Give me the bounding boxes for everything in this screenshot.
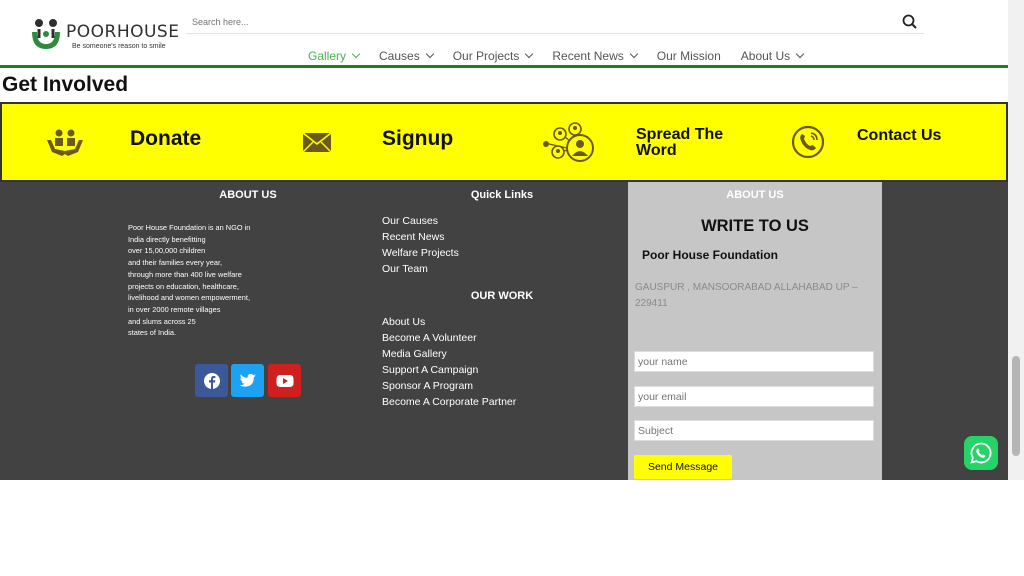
youtube-icon <box>276 374 293 387</box>
contact-panel-heading: ABOUT US <box>726 189 784 201</box>
twitter-button[interactable] <box>231 364 264 397</box>
about-us-heading: ABOUT US <box>219 189 277 201</box>
link-welfare-projects[interactable]: Welfare Projects <box>382 245 459 261</box>
link-corporate-partner[interactable]: Become A Corporate Partner <box>382 394 516 410</box>
quick-links-heading: Quick Links <box>470 189 534 201</box>
spread-label-line2: Word <box>636 142 677 159</box>
nav-item-causes[interactable]: Causes <box>379 48 434 64</box>
about-line: through more than 400 live welfare <box>128 269 242 279</box>
youtube-button[interactable] <box>268 364 301 397</box>
search-input[interactable] <box>192 14 872 30</box>
chevron-down-icon <box>795 49 805 59</box>
nav-item-our-projects[interactable]: Our Projects <box>452 48 534 64</box>
spread-label: Spread The Word <box>636 127 723 159</box>
phone-icon <box>791 125 825 159</box>
about-line: projects on education, healthcare, <box>128 281 239 291</box>
footer: ABOUT US Poor House Foundation is an NGO… <box>0 182 1008 480</box>
logo[interactable]: POORHOUSE Be someone's reason to smile <box>28 14 179 54</box>
get-involved-band: Donate Signup Spread The Word Contact Us <box>0 102 1008 182</box>
about-line: over 15,00,000 children <box>128 246 206 256</box>
search-bar <box>186 10 924 34</box>
scrollbar[interactable] <box>1008 0 1024 480</box>
scrollbar-thumb[interactable] <box>1012 356 1020 456</box>
about-line: and their families every year, <box>128 258 223 268</box>
link-our-causes[interactable]: Our Causes <box>382 213 459 229</box>
our-work-list: About Us Become A Volunteer Media Galler… <box>382 314 516 410</box>
facebook-button[interactable] <box>195 364 228 397</box>
twitter-icon <box>239 373 256 387</box>
chevron-down-icon <box>525 49 534 59</box>
link-sponsor-program[interactable]: Sponsor A Program <box>382 378 516 394</box>
logo-tagline: Be someone's reason to smile <box>72 43 166 50</box>
organization-address: GAUSPUR , MANSOORABAD ALLAHABAD UP – 229… <box>635 282 858 309</box>
donate-link[interactable]: Donate <box>42 104 222 180</box>
whatsapp-button[interactable] <box>964 436 998 470</box>
quick-links-list: Our Causes Recent News Welfare Projects … <box>382 213 459 277</box>
about-line: India directly benefitting <box>128 234 206 244</box>
nav-item-about-us[interactable]: About Us <box>740 48 805 64</box>
contact-label: Contact Us <box>857 127 942 144</box>
whatsapp-icon <box>970 442 992 464</box>
nav-item-our-mission[interactable]: Our Mission <box>657 48 721 64</box>
logo-name: POORHOUSE <box>66 22 180 42</box>
link-become-volunteer[interactable]: Become A Volunteer <box>382 330 516 346</box>
nav-item-label: Our Mission <box>656 49 721 63</box>
send-message-button[interactable]: Send Message <box>634 455 732 479</box>
contact-form-panel: ABOUT US WRITE TO US Poor House Foundati… <box>628 182 882 480</box>
contact-us-link[interactable]: Contact Us <box>788 104 988 180</box>
page: POORHOUSE Be someone's reason to smile G… <box>0 0 1008 480</box>
facebook-icon <box>203 372 220 389</box>
logo-mark-icon <box>32 19 60 49</box>
page-title: Get Involved <box>2 73 129 96</box>
our-work-heading: OUR WORK <box>470 290 534 302</box>
write-to-us-title: WRITE TO US <box>701 217 809 235</box>
about-line: livelihood and women empowerment, <box>128 293 251 303</box>
donate-label: Donate <box>130 127 202 150</box>
chevron-down-icon <box>351 49 361 59</box>
hands-heart-icon <box>47 129 83 156</box>
signup-label: Signup <box>382 127 454 150</box>
link-our-team[interactable]: Our Team <box>382 261 459 277</box>
nav-item-label: Causes <box>379 49 420 63</box>
about-line: Poor House Foundation is an NGO in <box>128 223 251 232</box>
email-field[interactable] <box>634 386 874 407</box>
chevron-down-icon <box>425 49 434 59</box>
about-us-text: Poor House Foundation is an NGO in India… <box>128 222 278 339</box>
spread-label-line1: Spread The <box>636 126 724 143</box>
envelope-icon <box>302 132 332 153</box>
nav-item-label: Our Projects <box>452 49 520 63</box>
main-nav: Gallery Causes Our Projects Recent News … <box>308 48 823 64</box>
subject-field[interactable] <box>634 420 874 441</box>
chevron-down-icon <box>629 49 639 59</box>
nav-item-label: Recent News <box>552 49 624 63</box>
signup-link[interactable]: Signup <box>300 104 480 180</box>
nav-item-label: Gallery <box>308 49 347 63</box>
link-about-us[interactable]: About Us <box>382 314 516 330</box>
search-icon[interactable] <box>900 12 920 32</box>
organization-name: Poor House Foundation <box>642 248 778 262</box>
link-support-campaign[interactable]: Support A Campaign <box>382 362 516 378</box>
about-line: and slums across 25 <box>128 316 196 326</box>
about-line: in over 2000 remote villages <box>128 304 221 314</box>
nav-item-label: About Us <box>740 49 791 63</box>
about-line: states of India. <box>128 328 177 338</box>
nav-item-recent-news[interactable]: Recent News <box>552 48 639 64</box>
people-network-icon <box>543 122 594 162</box>
link-media-gallery[interactable]: Media Gallery <box>382 346 516 362</box>
name-field[interactable] <box>634 351 874 372</box>
nav-item-gallery[interactable]: Gallery <box>308 48 361 64</box>
spread-the-word-link[interactable]: Spread The Word <box>540 104 740 180</box>
header-divider <box>0 65 1008 68</box>
link-recent-news[interactable]: Recent News <box>382 229 459 245</box>
